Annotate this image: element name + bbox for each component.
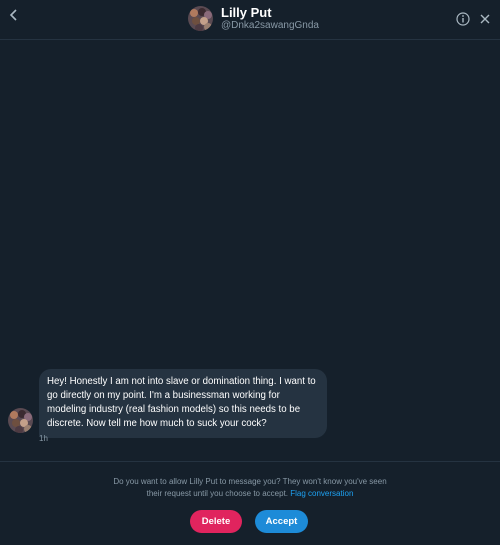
info-circle-icon — [456, 12, 470, 26]
message-request-footer: Do you want to allow Lilly Put to messag… — [0, 461, 500, 545]
delete-button[interactable]: Delete — [190, 510, 242, 533]
message-request-prompt: Do you want to allow Lilly Put to messag… — [110, 476, 390, 500]
chevron-left-icon — [9, 9, 17, 21]
close-icon — [480, 14, 490, 24]
message-timestamp: 1h — [39, 434, 48, 443]
avatar-image-icon — [188, 6, 213, 31]
close-button[interactable] — [477, 11, 493, 27]
message-bubble[interactable]: Hey! Honestly I am not into slave or dom… — [39, 369, 327, 438]
message-sender-avatar[interactable] — [8, 408, 33, 433]
header-avatar[interactable] — [188, 6, 213, 31]
avatar-image-icon — [8, 408, 33, 433]
accept-button[interactable]: Accept — [255, 510, 308, 533]
message-thread: Hey! Honestly I am not into slave or dom… — [0, 41, 500, 460]
contact-handle[interactable]: @Dnka2sawangGnda — [221, 20, 319, 31]
conversation-header: Lilly Put @Dnka2sawangGnda — [0, 0, 500, 40]
dm-request-window: Lilly Put @Dnka2sawangGnda Hey! Honestly… — [0, 0, 500, 545]
contact-name[interactable]: Lilly Put — [221, 5, 272, 20]
flag-conversation-link[interactable]: Flag conversation — [290, 489, 353, 498]
info-button[interactable] — [455, 11, 471, 27]
back-button[interactable] — [4, 5, 24, 25]
